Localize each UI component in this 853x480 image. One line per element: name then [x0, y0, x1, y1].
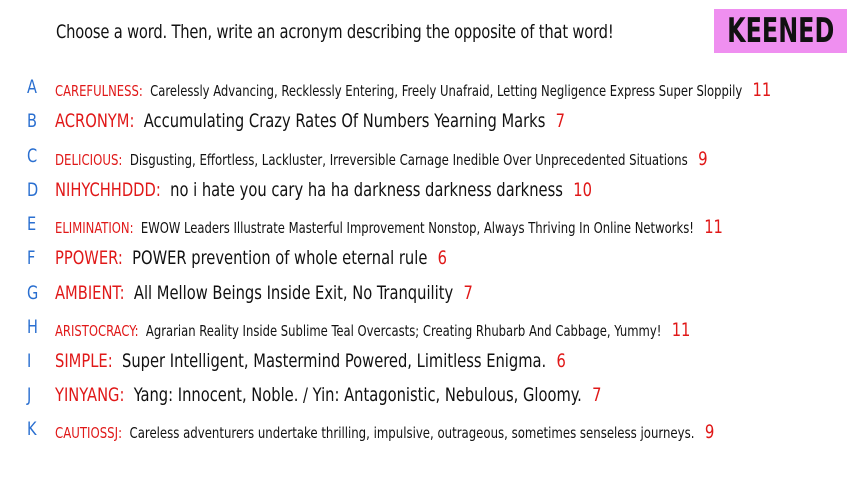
row-line: DELICIOUS: Disgusting, Effortless, Lackl…: [55, 148, 708, 170]
row-count: 9: [704, 421, 715, 443]
row-line: CAREFULNESS: Carelessly Advancing, Reckl…: [55, 79, 772, 101]
row-count: 11: [752, 79, 772, 101]
row-line: YINYANG: Yang: Innocent, Noble. / Yin: A…: [55, 384, 602, 406]
header: Choose a word. Then, write an acronym de…: [0, 0, 853, 60]
list-item: H ARISTOCRACY: Agrarian Reality Inside S…: [0, 316, 853, 342]
row-line: SIMPLE: Super Intelligent, Mastermind Po…: [55, 350, 566, 372]
row-acronym: Careless adventurers undertake thrilling…: [129, 424, 695, 442]
row-letter: C: [27, 145, 38, 167]
row-word: ACRONYM: [55, 110, 130, 132]
row-acronym: Yang: Innocent, Noble. / Yin: Antagonist…: [133, 384, 582, 406]
row-count: 7: [555, 110, 566, 132]
row-acronym: Disgusting, Effortless, Lackluster, Irre…: [129, 151, 688, 169]
row-word: SIMPLE: [55, 350, 108, 372]
row-word: CAUTIOSSJ: [55, 424, 119, 442]
row-line: ELIMINATION: EWOW Leaders Illustrate Mas…: [55, 216, 723, 238]
row-letter: E: [27, 213, 37, 235]
row-count: 11: [671, 319, 691, 341]
row-letter: J: [27, 384, 32, 406]
row-count: 9: [698, 148, 708, 170]
row-letter: A: [27, 76, 37, 98]
row-word: PPOWER: [55, 247, 118, 269]
row-word: NIHYCHHDDD: [55, 179, 156, 201]
list-item: E ELIMINATION: EWOW Leaders Illustrate M…: [0, 213, 853, 239]
row-acronym: Super Intelligent, Mastermind Powered, L…: [121, 350, 547, 372]
row-letter: K: [27, 418, 37, 440]
row-word: ARISTOCRACY: [55, 322, 135, 340]
list-item: A CAREFULNESS: Carelessly Advancing, Rec…: [0, 76, 853, 102]
row-line: ARISTOCRACY: Agrarian Reality Inside Sub…: [55, 319, 691, 341]
row-word: AMBIENT: [55, 282, 120, 304]
row-word: DELICIOUS: [55, 151, 119, 169]
row-count: 7: [592, 384, 602, 406]
list-item: G AMBIENT: All Mellow Beings Inside Exit…: [0, 282, 853, 308]
word-badge-label: KEENED: [726, 11, 835, 51]
prompt-text: Choose a word. Then, write an acronym de…: [56, 21, 614, 43]
row-letter: D: [27, 179, 39, 201]
list-item: D NIHYCHHDDD: no i hate you cary ha ha d…: [0, 179, 853, 205]
row-line: CAUTIOSSJ: Careless adventurers undertak…: [55, 421, 715, 443]
list-item: C DELICIOUS: Disgusting, Effortless, Lac…: [0, 145, 853, 171]
row-acronym: Accumulating Crazy Rates Of Numbers Year…: [143, 110, 546, 132]
list-item: K CAUTIOSSJ: Careless adventurers undert…: [0, 418, 853, 444]
word-badge: KEENED: [714, 9, 847, 53]
row-acronym: Agrarian Reality Inside Sublime Teal Ove…: [145, 322, 662, 340]
row-acronym: no i hate you cary ha ha darkness darkne…: [170, 179, 563, 201]
row-acronym: All Mellow Beings Inside Exit, No Tranqu…: [133, 282, 454, 304]
row-count: 6: [437, 247, 448, 269]
row-acronym: POWER prevention of whole eternal rule: [132, 247, 428, 269]
row-letter: H: [27, 316, 38, 338]
row-count: 6: [556, 350, 566, 372]
row-letter: I: [27, 350, 32, 372]
row-letter: F: [27, 247, 36, 269]
row-line: ACRONYM: Accumulating Crazy Rates Of Num…: [55, 110, 566, 132]
row-acronym: EWOW Leaders Illustrate Masterful Improv…: [140, 219, 694, 237]
row-acronym: Carelessly Advancing, Recklessly Enterin…: [150, 82, 743, 100]
row-line: NIHYCHHDDD: no i hate you cary ha ha dar…: [55, 179, 592, 201]
row-letter: B: [27, 110, 37, 132]
list-item: I SIMPLE: Super Intelligent, Mastermind …: [0, 350, 853, 376]
row-count: 10: [573, 179, 592, 201]
row-word: ELIMINATION: [55, 219, 130, 237]
row-word: YINYANG: [55, 384, 120, 406]
row-line: PPOWER: POWER prevention of whole eterna…: [55, 247, 448, 269]
row-line: AMBIENT: All Mellow Beings Inside Exit, …: [55, 282, 473, 304]
row-word: CAREFULNESS: [55, 82, 139, 100]
list-item: B ACRONYM: Accumulating Crazy Rates Of N…: [0, 110, 853, 136]
row-letter: G: [27, 282, 39, 304]
row-count: 7: [463, 282, 473, 304]
row-count: 11: [704, 216, 723, 238]
list-item: F PPOWER: POWER prevention of whole eter…: [0, 247, 853, 273]
list-item: J YINYANG: Yang: Innocent, Noble. / Yin:…: [0, 384, 853, 410]
